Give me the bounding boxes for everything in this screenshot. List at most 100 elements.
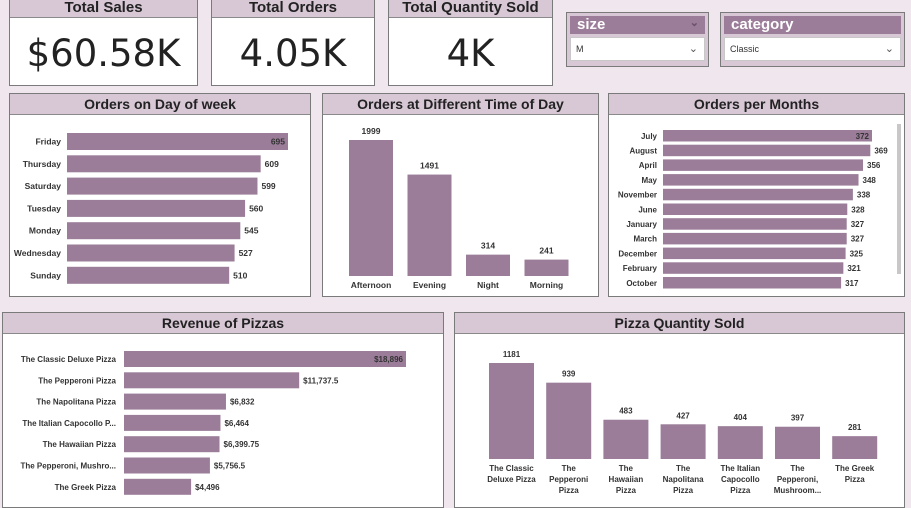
- kpi-total-quantity: Total Quantity Sold 4K: [388, 0, 553, 86]
- category-label: Pizza: [673, 486, 694, 495]
- data-label: 404: [734, 413, 748, 422]
- bar: [663, 174, 859, 186]
- category-label: July: [641, 132, 658, 141]
- category-label: June: [638, 205, 657, 214]
- bar: [124, 457, 210, 474]
- category-label: Pepperoni,: [777, 475, 818, 484]
- bar: [663, 232, 847, 245]
- bar: [67, 133, 288, 150]
- category-label: The Greek Pizza: [55, 483, 117, 492]
- data-label: 241: [539, 246, 553, 256]
- size-dropdown[interactable]: M ⌄: [570, 37, 705, 61]
- bar: [67, 222, 241, 240]
- data-label: 328: [851, 205, 865, 214]
- data-label: 527: [239, 248, 253, 258]
- kpi-total-sales-value: $60.58K: [26, 32, 181, 75]
- size-slicer: size ⌄ M ⌄: [566, 12, 709, 67]
- bar: [663, 218, 847, 230]
- data-label: $5,756.5: [214, 462, 246, 471]
- category-label: Thursday: [23, 159, 62, 169]
- months-scrollbar[interactable]: [897, 124, 901, 274]
- category-label: The: [619, 464, 634, 473]
- data-label: $4,496: [195, 483, 220, 492]
- category-label: Friday: [35, 137, 61, 147]
- data-label: $6,464: [224, 419, 249, 428]
- category-label: Capocollo: [721, 475, 760, 484]
- bar: [124, 436, 220, 453]
- category-label: The Hawaiian Pizza: [43, 440, 117, 449]
- bar: [67, 155, 261, 173]
- data-label: 510: [233, 270, 247, 280]
- data-label: 338: [857, 191, 871, 200]
- data-label: $6,832: [230, 398, 255, 407]
- data-label: 327: [851, 235, 865, 244]
- bar: [524, 259, 569, 276]
- category-label: Sunday: [30, 270, 61, 280]
- data-label: 1491: [420, 161, 439, 171]
- category-label: January: [626, 220, 657, 229]
- revenue-chart-card: Revenue of Pizzas The Classic Deluxe Piz…: [2, 312, 444, 508]
- bar: [124, 478, 192, 495]
- category-label: March: [633, 235, 657, 244]
- kpi-total-sales-label: Total Sales: [10, 0, 197, 18]
- bar: [407, 174, 452, 276]
- tod-chart-title: Orders at Different Time of Day: [323, 94, 598, 115]
- data-label: 356: [867, 161, 881, 170]
- category-label: Night: [477, 280, 499, 290]
- bar: [663, 262, 844, 274]
- category-label: The Napolitana Pizza: [36, 398, 116, 407]
- category-slicer-title: category: [724, 16, 901, 34]
- category-label: August: [629, 146, 657, 155]
- months-chart-title: Orders per Months: [609, 94, 904, 115]
- quantity-chart-title: Pizza Quantity Sold: [455, 313, 904, 334]
- category-label: The Classic Deluxe Pizza: [21, 355, 117, 364]
- category-label: The Classic: [489, 464, 534, 473]
- category-slicer: category Classic ⌄: [720, 12, 905, 67]
- category-label: Tuesday: [27, 203, 61, 213]
- data-label: 325: [850, 249, 864, 258]
- quantity-chart-card: Pizza Quantity Sold 1181 The Classic Delux…: [454, 312, 905, 508]
- category-label: Pizza: [616, 486, 637, 495]
- data-label: 348: [863, 176, 877, 185]
- category-label: Mushroom...: [774, 486, 822, 495]
- bar: [546, 382, 592, 459]
- bar: [603, 419, 649, 459]
- category-label: The Pepperoni, Mushro...: [20, 462, 116, 471]
- dow-chart-card: Orders on Day of week Friday 695 Thursday 6…: [9, 93, 311, 297]
- bar: [663, 247, 846, 260]
- data-label: $18,896: [374, 355, 403, 364]
- data-label: 560: [249, 203, 263, 213]
- category-label: Pizza: [730, 486, 751, 495]
- data-label: $11,737.5: [303, 376, 339, 385]
- data-label: 314: [481, 241, 495, 251]
- bar: [663, 203, 848, 215]
- data-label: 1999: [362, 126, 381, 136]
- bar: [775, 426, 820, 459]
- bar: [124, 351, 406, 367]
- category-label: Napolitana: [663, 475, 704, 484]
- revenue-chart-title: Revenue of Pizzas: [3, 313, 443, 334]
- kpi-total-orders-label: Total Orders: [212, 0, 374, 18]
- category-label: Deluxe Pizza: [487, 475, 536, 484]
- data-label: $6,399.75: [224, 440, 260, 449]
- category-label: The: [676, 464, 691, 473]
- category-label: The Italian: [721, 464, 761, 473]
- category-label: Monday: [29, 226, 61, 236]
- bar: [67, 199, 246, 217]
- data-label: 695: [271, 137, 285, 147]
- data-label: 599: [261, 181, 275, 191]
- category-dropdown[interactable]: Classic ⌄: [724, 37, 901, 61]
- category-label: Saturday: [25, 181, 62, 191]
- size-slicer-title-text: size: [577, 16, 606, 33]
- chevron-down-icon: ⌄: [688, 43, 698, 55]
- chevron-down-icon[interactable]: ⌄: [690, 14, 699, 32]
- tod-chart-card: Orders at Different Time of Day 1999 Afte…: [322, 93, 599, 297]
- bar: [466, 254, 510, 276]
- category-label: The Italian Capocollo P...: [22, 419, 116, 428]
- data-label: 939: [562, 370, 576, 379]
- category-label: Pizza: [559, 486, 580, 495]
- bar: [660, 424, 706, 459]
- bar: [124, 393, 226, 410]
- category-label: Afternoon: [351, 280, 392, 290]
- bar: [67, 177, 258, 195]
